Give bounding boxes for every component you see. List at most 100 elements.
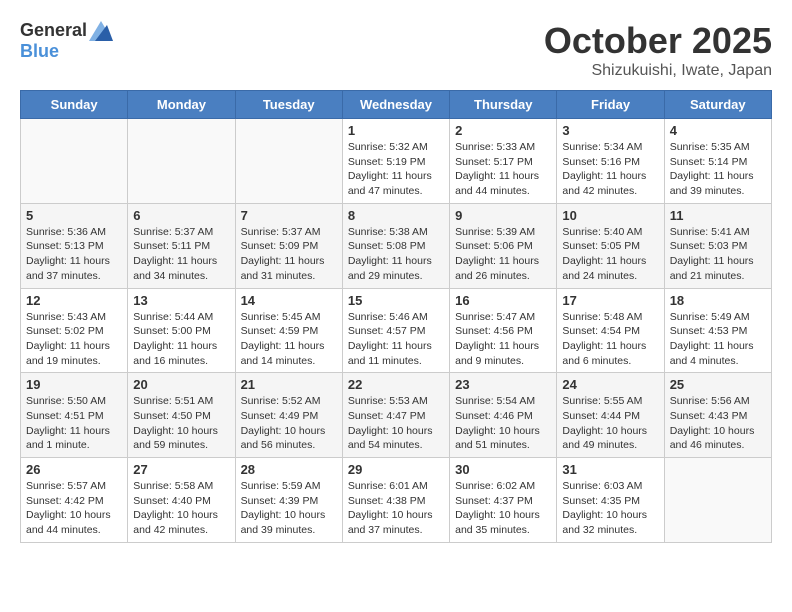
day-info: Sunrise: 6:02 AM Sunset: 4:37 PM Dayligh… <box>455 479 551 538</box>
calendar-cell: 28 Sunrise: 5:59 AM Sunset: 4:39 PM Dayli… <box>235 458 342 543</box>
day-info: Sunrise: 5:41 AM Sunset: 5:03 PM Dayligh… <box>670 225 766 284</box>
day-number: 24 <box>562 377 658 392</box>
day-number: 10 <box>562 208 658 223</box>
day-info: Sunrise: 5:52 AM Sunset: 4:49 PM Dayligh… <box>241 394 337 453</box>
day-number: 16 <box>455 293 551 308</box>
day-info: Sunrise: 5:55 AM Sunset: 4:44 PM Dayligh… <box>562 394 658 453</box>
day-info: Sunrise: 5:51 AM Sunset: 4:50 PM Dayligh… <box>133 394 229 453</box>
calendar-cell: 2 Sunrise: 5:33 AM Sunset: 5:17 PM Daylig… <box>450 119 557 204</box>
calendar-cell: 12 Sunrise: 5:43 AM Sunset: 5:02 PM Dayli… <box>21 288 128 373</box>
day-number: 28 <box>241 462 337 477</box>
logo-general: General <box>20 20 87 41</box>
day-info: Sunrise: 5:58 AM Sunset: 4:40 PM Dayligh… <box>133 479 229 538</box>
calendar-cell: 7Sunrise: 5:37 AM Sunset: 5:09 PM Daylig… <box>235 203 342 288</box>
day-number: 21 <box>241 377 337 392</box>
week-row-2: 5 Sunrise: 5:36 AM Sunset: 5:13 PM Daylig… <box>21 203 772 288</box>
day-number: 6 <box>133 208 229 223</box>
day-info: Sunrise: 5:40 AM Sunset: 5:05 PM Dayligh… <box>562 225 658 284</box>
week-row-5: 26 Sunrise: 5:57 AM Sunset: 4:42 PM Dayli… <box>21 458 772 543</box>
day-info: Sunrise: 5:36 AM Sunset: 5:13 PM Dayligh… <box>26 225 122 284</box>
day-number: 14 <box>241 293 337 308</box>
calendar-cell: 27 Sunrise: 5:58 AM Sunset: 4:40 PM Dayli… <box>128 458 235 543</box>
day-number: 2 <box>455 123 551 138</box>
weekday-header-sunday: Sunday <box>21 91 128 119</box>
day-number: 22 <box>348 377 444 392</box>
day-info: Sunrise: 6:03 AM Sunset: 4:35 PM Dayligh… <box>562 479 658 538</box>
day-number: 30 <box>455 462 551 477</box>
day-info: Sunrise: 5:44 AM Sunset: 5:00 PM Dayligh… <box>133 310 229 369</box>
day-info: Sunrise: 5:38 AM Sunset: 5:08 PM Dayligh… <box>348 225 444 284</box>
day-number: 27 <box>133 462 229 477</box>
calendar-cell: 24 Sunrise: 5:55 AM Sunset: 4:44 PM Dayli… <box>557 373 664 458</box>
calendar-cell: 15 Sunrise: 5:46 AM Sunset: 4:57 PM Dayli… <box>342 288 449 373</box>
day-number: 7 <box>241 208 337 223</box>
day-info: Sunrise: 5:47 AM Sunset: 4:56 PM Dayligh… <box>455 310 551 369</box>
title-section: October 2025 Shizukuishi, Iwate, Japan <box>544 20 772 80</box>
calendar-cell: 29 Sunrise: 6:01 AM Sunset: 4:38 PM Dayli… <box>342 458 449 543</box>
day-number: 15 <box>348 293 444 308</box>
calendar-cell: 14 Sunrise: 5:45 AM Sunset: 4:59 PM Dayli… <box>235 288 342 373</box>
calendar-cell: 4 Sunrise: 5:35 AM Sunset: 5:14 PM Daylig… <box>664 119 771 204</box>
day-number: 23 <box>455 377 551 392</box>
calendar-cell: 30 Sunrise: 6:02 AM Sunset: 4:37 PM Dayli… <box>450 458 557 543</box>
calendar-cell <box>664 458 771 543</box>
day-number: 29 <box>348 462 444 477</box>
day-info: Sunrise: 6:01 AM Sunset: 4:38 PM Dayligh… <box>348 479 444 538</box>
day-number: 25 <box>670 377 766 392</box>
day-number: 19 <box>26 377 122 392</box>
day-info: Sunrise: 5:32 AM Sunset: 5:19 PM Dayligh… <box>348 140 444 199</box>
calendar-cell: 20Sunrise: 5:51 AM Sunset: 4:50 PM Dayli… <box>128 373 235 458</box>
day-info: Sunrise: 5:56 AM Sunset: 4:43 PM Dayligh… <box>670 394 766 453</box>
day-number: 8 <box>348 208 444 223</box>
header: General Blue October 2025 Shizukuishi, I… <box>20 20 772 80</box>
weekday-header-friday: Friday <box>557 91 664 119</box>
calendar-cell: 5 Sunrise: 5:36 AM Sunset: 5:13 PM Daylig… <box>21 203 128 288</box>
day-info: Sunrise: 5:46 AM Sunset: 4:57 PM Dayligh… <box>348 310 444 369</box>
day-info: Sunrise: 5:48 AM Sunset: 4:54 PM Dayligh… <box>562 310 658 369</box>
day-number: 13 <box>133 293 229 308</box>
weekday-header-row: SundayMondayTuesdayWednesdayThursdayFrid… <box>21 91 772 119</box>
week-row-3: 12 Sunrise: 5:43 AM Sunset: 5:02 PM Dayli… <box>21 288 772 373</box>
day-info: Sunrise: 5:57 AM Sunset: 4:42 PM Dayligh… <box>26 479 122 538</box>
day-info: Sunrise: 5:59 AM Sunset: 4:39 PM Dayligh… <box>241 479 337 538</box>
day-info: Sunrise: 5:35 AM Sunset: 5:14 PM Dayligh… <box>670 140 766 199</box>
calendar-cell: 26 Sunrise: 5:57 AM Sunset: 4:42 PM Dayli… <box>21 458 128 543</box>
day-info: Sunrise: 5:37 AM Sunset: 5:11 PM Dayligh… <box>133 225 229 284</box>
day-number: 26 <box>26 462 122 477</box>
day-number: 4 <box>670 123 766 138</box>
calendar-cell: 23 Sunrise: 5:54 AM Sunset: 4:46 PM Dayli… <box>450 373 557 458</box>
calendar-cell: 16 Sunrise: 5:47 AM Sunset: 4:56 PM Dayli… <box>450 288 557 373</box>
logo-icon <box>89 21 113 41</box>
day-info: Sunrise: 5:50 AM Sunset: 4:51 PM Dayligh… <box>26 394 122 453</box>
day-number: 5 <box>26 208 122 223</box>
calendar-cell: 18 Sunrise: 5:49 AM Sunset: 4:53 PM Dayli… <box>664 288 771 373</box>
calendar-cell: 6 Sunrise: 5:37 AM Sunset: 5:11 PM Daylig… <box>128 203 235 288</box>
logo: General Blue <box>20 20 113 62</box>
day-number: 17 <box>562 293 658 308</box>
calendar-cell: 1Sunrise: 5:32 AM Sunset: 5:19 PM Daylig… <box>342 119 449 204</box>
day-info: Sunrise: 5:54 AM Sunset: 4:46 PM Dayligh… <box>455 394 551 453</box>
day-info: Sunrise: 5:39 AM Sunset: 5:06 PM Dayligh… <box>455 225 551 284</box>
calendar-cell: 8 Sunrise: 5:38 AM Sunset: 5:08 PM Daylig… <box>342 203 449 288</box>
calendar-cell: 10 Sunrise: 5:40 AM Sunset: 5:05 PM Dayli… <box>557 203 664 288</box>
day-info: Sunrise: 5:45 AM Sunset: 4:59 PM Dayligh… <box>241 310 337 369</box>
weekday-header-saturday: Saturday <box>664 91 771 119</box>
day-info: Sunrise: 5:33 AM Sunset: 5:17 PM Dayligh… <box>455 140 551 199</box>
calendar-cell <box>21 119 128 204</box>
weekday-header-tuesday: Tuesday <box>235 91 342 119</box>
location-title: Shizukuishi, Iwate, Japan <box>544 62 772 80</box>
weekday-header-wednesday: Wednesday <box>342 91 449 119</box>
calendar-cell: 31Sunrise: 6:03 AM Sunset: 4:35 PM Dayli… <box>557 458 664 543</box>
day-number: 9 <box>455 208 551 223</box>
calendar-cell: 25 Sunrise: 5:56 AM Sunset: 4:43 PM Dayli… <box>664 373 771 458</box>
weekday-header-thursday: Thursday <box>450 91 557 119</box>
calendar-cell: 17 Sunrise: 5:48 AM Sunset: 4:54 PM Dayli… <box>557 288 664 373</box>
day-number: 3 <box>562 123 658 138</box>
day-info: Sunrise: 5:34 AM Sunset: 5:16 PM Dayligh… <box>562 140 658 199</box>
week-row-1: 1Sunrise: 5:32 AM Sunset: 5:19 PM Daylig… <box>21 119 772 204</box>
day-number: 18 <box>670 293 766 308</box>
day-info: Sunrise: 5:53 AM Sunset: 4:47 PM Dayligh… <box>348 394 444 453</box>
day-info: Sunrise: 5:43 AM Sunset: 5:02 PM Dayligh… <box>26 310 122 369</box>
day-info: Sunrise: 5:49 AM Sunset: 4:53 PM Dayligh… <box>670 310 766 369</box>
day-number: 12 <box>26 293 122 308</box>
